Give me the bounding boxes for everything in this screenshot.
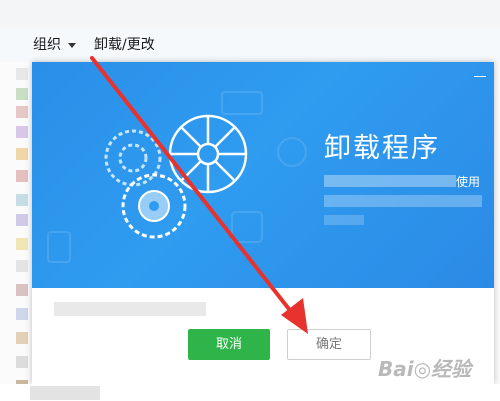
red-arrow-annotation xyxy=(90,56,308,334)
